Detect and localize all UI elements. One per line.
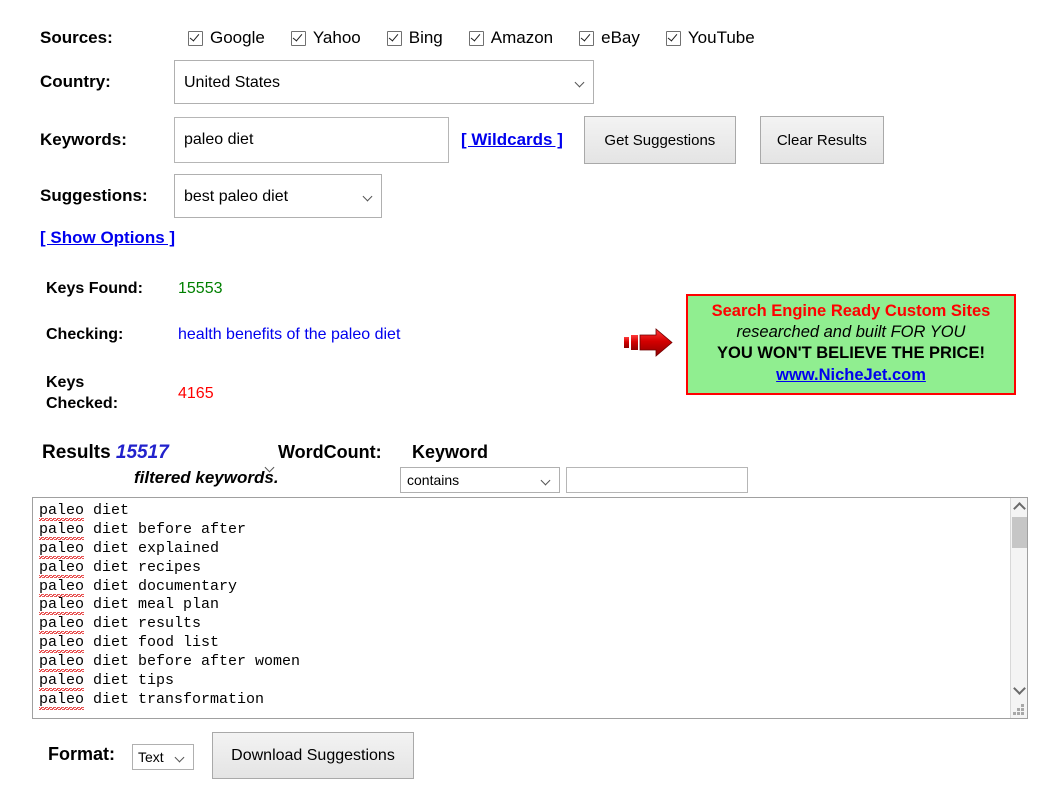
checking-value: health benefits of the paleo diet (178, 326, 400, 344)
scroll-up-icon[interactable] (1011, 498, 1027, 515)
checkbox-icon[interactable] (666, 31, 681, 46)
keyword-results-list[interactable]: paleo dietpaleo diet before afterpaleo d… (39, 502, 999, 710)
app-root: Sources: Google Yahoo Bing Amazon eBay Y… (0, 0, 1064, 790)
wordcount-label: WordCount: (278, 442, 382, 463)
condition-select-wrapper[interactable]: contains (400, 467, 560, 493)
results-count: 15517 (116, 442, 169, 463)
scrollbar-thumb[interactable] (1012, 517, 1027, 548)
checkbox-icon[interactable] (579, 31, 594, 46)
misspelled-word: paleo (39, 540, 84, 559)
misspelled-word: paleo (39, 634, 84, 653)
sources-row: Sources: Google Yahoo Bing Amazon eBay Y… (40, 28, 755, 48)
source-checkbox-google[interactable]: Google (188, 28, 265, 48)
red-arrow-icon (622, 326, 674, 360)
checkbox-icon[interactable] (469, 31, 484, 46)
keys-found-label: Keys Found: (46, 280, 164, 298)
misspelled-word: paleo (39, 653, 84, 672)
misspelled-word: paleo (39, 578, 84, 597)
source-checkbox-bing[interactable]: Bing (387, 28, 443, 48)
checking-row: Checking: health benefits of the paleo d… (46, 326, 566, 350)
results-textarea[interactable]: paleo dietpaleo diet before afterpaleo d… (32, 497, 1028, 719)
misspelled-word: paleo (39, 615, 84, 634)
misspelled-word: paleo (39, 521, 84, 540)
keyword-column-label: Keyword (412, 442, 488, 463)
country-row: Country: United States (40, 60, 594, 104)
source-checkbox-amazon[interactable]: Amazon (469, 28, 553, 48)
get-suggestions-button[interactable]: Get Suggestions (584, 116, 736, 164)
format-label: Format: (48, 744, 115, 765)
country-label: Country: (40, 72, 174, 92)
source-label-amazon: Amazon (491, 28, 553, 48)
keyword-list-item: paleo diet meal plan (39, 596, 999, 615)
checking-label: Checking: (46, 326, 164, 344)
condition-select[interactable]: contains (400, 467, 560, 493)
suggestions-select[interactable]: best paleo diet (174, 174, 382, 218)
suggestions-row: Suggestions: best paleo diet (40, 174, 382, 218)
keyword-list-item: paleo diet results (39, 615, 999, 634)
clear-results-button[interactable]: Clear Results (760, 116, 884, 164)
suggestions-label: Suggestions: (40, 186, 174, 206)
keywords-row: Keywords: [ Wildcards ] Get Suggestions … (40, 116, 884, 164)
misspelled-word: paleo (39, 672, 84, 691)
show-options-link[interactable]: [ Show Options ] (40, 228, 175, 248)
results-scrollbar[interactable] (1010, 498, 1027, 718)
keyword-list-item: paleo diet food list (39, 634, 999, 653)
results-header: Results 15517 (42, 442, 169, 464)
misspelled-word: paleo (39, 691, 84, 710)
keyword-list-item: paleo diet tips (39, 672, 999, 691)
sources-label: Sources: (40, 28, 188, 48)
keys-checked-label: Keys Checked: (46, 372, 156, 414)
ad-headline: Search Engine Ready Custom Sites (688, 301, 1014, 322)
keywords-input[interactable] (174, 117, 449, 163)
keys-checked-row: Keys Checked: 4165 (46, 372, 446, 416)
download-suggestions-button[interactable]: Download Suggestions (212, 732, 414, 779)
keyword-list-item: paleo diet before after (39, 521, 999, 540)
source-label-yahoo: Yahoo (313, 28, 361, 48)
source-label-ebay: eBay (601, 28, 640, 48)
suggestions-select-wrapper[interactable]: best paleo diet (174, 174, 382, 218)
source-label-google: Google (210, 28, 265, 48)
ad-price-line: YOU WON'T BELIEVE THE PRICE! (688, 343, 1014, 364)
keys-checked-value: 4165 (178, 385, 214, 403)
keyword-list-item: paleo diet recipes (39, 559, 999, 578)
advertisement-box[interactable]: Search Engine Ready Custom Sites researc… (686, 294, 1016, 395)
misspelled-word: paleo (39, 596, 84, 615)
keyword-list-item: paleo diet (39, 502, 999, 521)
source-checkbox-yahoo[interactable]: Yahoo (291, 28, 361, 48)
keys-found-value: 15553 (178, 280, 223, 298)
keyword-list-item: paleo diet documentary (39, 578, 999, 597)
format-select[interactable]: Text (132, 744, 194, 770)
keywords-label: Keywords: (40, 130, 174, 150)
keys-found-row: Keys Found: 15553 (46, 280, 446, 304)
country-select-wrapper[interactable]: United States (174, 60, 594, 104)
checkbox-icon[interactable] (188, 31, 203, 46)
source-checkbox-youtube[interactable]: YouTube (666, 28, 755, 48)
scroll-down-icon[interactable] (1011, 681, 1027, 698)
country-select[interactable]: United States (174, 60, 594, 104)
ad-website-link[interactable]: www.NicheJet.com (776, 366, 926, 384)
filtered-keywords-label: filtered keywords. (134, 468, 279, 488)
source-label-youtube: YouTube (688, 28, 755, 48)
checkbox-icon[interactable] (387, 31, 402, 46)
source-label-bing: Bing (409, 28, 443, 48)
keyword-filter-input[interactable] (566, 467, 748, 493)
results-word: Results (42, 442, 111, 463)
misspelled-word: paleo (39, 502, 84, 521)
wildcards-link[interactable]: [ Wildcards ] (461, 130, 563, 150)
misspelled-word: paleo (39, 559, 84, 578)
ad-subline: researched and built FOR YOU (688, 322, 1014, 343)
resize-grip-icon[interactable] (1013, 704, 1025, 716)
checkbox-icon[interactable] (291, 31, 306, 46)
keyword-list-item: paleo diet transformation (39, 691, 999, 710)
keyword-list-item: paleo diet explained (39, 540, 999, 559)
keyword-list-item: paleo diet before after women (39, 653, 999, 672)
source-checkbox-ebay[interactable]: eBay (579, 28, 640, 48)
format-select-wrapper[interactable]: Text (132, 744, 194, 770)
